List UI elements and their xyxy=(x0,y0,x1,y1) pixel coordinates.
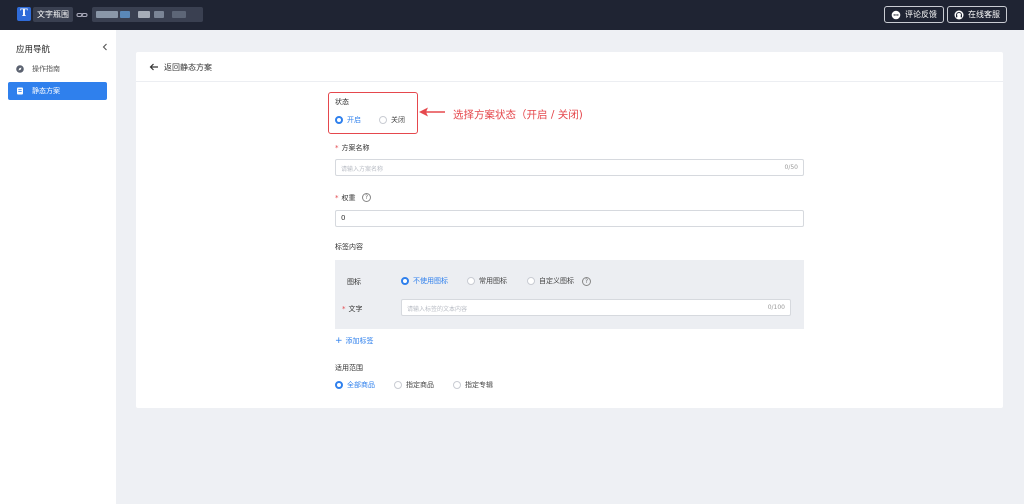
plan-name-input[interactable]: 请输入方案名称 0/50 xyxy=(335,159,804,176)
sidebar-item-label: 操作指南 xyxy=(32,65,60,73)
shop-selector[interactable] xyxy=(92,7,203,22)
feedback-label: 评论反馈 xyxy=(905,10,937,19)
weight-label: * 权重 xyxy=(335,193,356,203)
feedback-button[interactable]: 评论反馈 xyxy=(884,6,944,23)
online-service-button[interactable]: 在线客服 xyxy=(947,6,1007,23)
radio-label: 自定义图标 xyxy=(539,277,574,285)
radio-label: 常用图标 xyxy=(479,277,507,285)
scope-radio-albums[interactable]: 指定专辑 xyxy=(453,380,493,390)
status-label: 状态 xyxy=(335,98,349,106)
weight-label-text: 权重 xyxy=(341,194,356,202)
status-radio-off[interactable]: 关闭 xyxy=(379,115,405,125)
sidebar-item-static-plan[interactable]: 静态方案 xyxy=(8,82,107,100)
status-radio-on[interactable]: 开启 xyxy=(335,115,361,125)
icon-radio-common[interactable]: 常用图标 xyxy=(467,276,507,286)
icon-help-icon[interactable]: ? xyxy=(582,277,591,286)
add-tag-label: 添加标签 xyxy=(345,337,374,345)
radio-label: 指定商品 xyxy=(406,381,434,389)
weight-help-icon[interactable]: ? xyxy=(362,193,371,202)
radio-label: 指定专辑 xyxy=(465,381,493,389)
sidebar-item-label: 静态方案 xyxy=(32,87,60,95)
icon-radio-none[interactable]: 不使用图标 xyxy=(401,276,448,286)
icon-label: 图标 xyxy=(347,278,361,286)
plan-name-counter: 0/50 xyxy=(784,164,798,171)
app-name[interactable]: 文字瓶围 xyxy=(33,7,73,22)
compass-icon xyxy=(16,65,24,73)
service-label: 在线客服 xyxy=(968,10,1000,19)
plan-name-label-text: 方案名称 xyxy=(341,144,370,152)
required-mark: * xyxy=(342,305,346,313)
radio-dot xyxy=(527,277,535,285)
card-header: 返回静态方案 xyxy=(136,52,1003,82)
weight-value: 0 xyxy=(341,214,346,222)
callout-arrow-icon xyxy=(419,107,445,117)
radio-dot xyxy=(453,381,461,389)
top-bar: T 文字瓶围 评论反馈 在线客服 xyxy=(0,0,1024,30)
chat-icon xyxy=(891,10,901,20)
icon-radio-custom[interactable]: 自定义图标 xyxy=(527,276,574,286)
annotation-text: 选择方案状态（开启 / 关闭) xyxy=(453,109,583,121)
back-arrow-icon[interactable] xyxy=(148,61,160,73)
radio-dot xyxy=(335,381,343,389)
radio-dot xyxy=(467,277,475,285)
add-tag-button[interactable]: + 添加标签 xyxy=(335,336,374,346)
scope-label: 适用范围 xyxy=(335,364,363,372)
radio-label: 全部商品 xyxy=(347,381,375,389)
headset-icon xyxy=(954,10,964,20)
back-link[interactable]: 返回静态方案 xyxy=(164,62,212,73)
collapse-icon[interactable] xyxy=(100,42,110,52)
document-icon xyxy=(17,87,23,95)
radio-label: 开启 xyxy=(347,116,361,124)
weight-input[interactable]: 0 xyxy=(335,210,804,227)
plan-name-placeholder: 请输入方案名称 xyxy=(341,166,384,173)
required-mark: * xyxy=(335,194,339,202)
radio-dot xyxy=(335,116,343,124)
radio-dot xyxy=(394,381,402,389)
tag-text-input[interactable]: 请输入标签的文本内容 0/100 xyxy=(401,299,791,316)
sidebar: 应用导航 操作指南 静态方案 xyxy=(0,30,116,504)
radio-dot xyxy=(401,277,409,285)
plus-icon: + xyxy=(335,336,343,346)
tag-text-placeholder: 请输入标签的文本内容 xyxy=(407,306,468,313)
link-icon xyxy=(76,12,88,18)
sidebar-item-guide[interactable]: 操作指南 xyxy=(8,60,107,78)
radio-dot xyxy=(379,116,387,124)
radio-label: 关闭 xyxy=(391,116,405,124)
text-label: * 文字 xyxy=(342,304,363,314)
scope-radio-all[interactable]: 全部商品 xyxy=(335,380,375,390)
sidebar-title: 应用导航 xyxy=(16,45,51,55)
radio-label: 不使用图标 xyxy=(413,277,448,285)
required-mark: * xyxy=(335,144,339,152)
tag-content-label: 标签内容 xyxy=(335,243,363,251)
tag-text-counter: 0/100 xyxy=(767,304,785,311)
plan-name-label: * 方案名称 xyxy=(335,143,370,153)
text-label-text: 文字 xyxy=(348,305,363,313)
tag-panel xyxy=(335,260,804,329)
scope-radio-products[interactable]: 指定商品 xyxy=(394,380,434,390)
app-logo: T xyxy=(17,7,31,21)
main-card: 返回静态方案 xyxy=(136,52,1003,408)
